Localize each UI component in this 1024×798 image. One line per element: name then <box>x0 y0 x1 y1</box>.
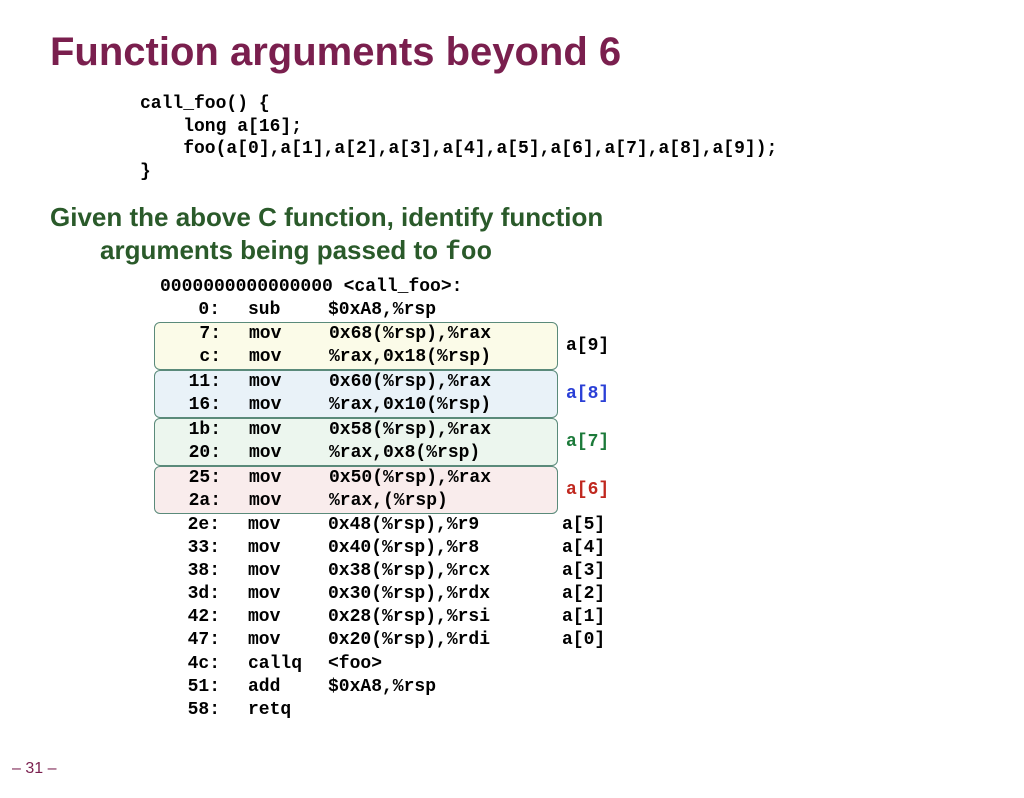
asm-op: mov <box>225 371 329 394</box>
asm-box: 1b:mov0x58(%rsp),%rax20:mov%rax,0x8(%rsp… <box>154 418 558 466</box>
asm-op: callq <box>224 653 328 676</box>
slide: Function arguments beyond 6 call_foo() {… <box>0 0 1024 798</box>
asm-op: add <box>224 676 328 699</box>
asm-args: 0x68(%rsp),%rax <box>329 323 549 346</box>
asm-args: <foo> <box>328 653 548 676</box>
asm-row: 16:mov%rax,0x10(%rsp) <box>161 394 551 417</box>
asm-box: 11:mov0x60(%rsp),%rax16:mov%rax,0x10(%rs… <box>154 370 558 418</box>
asm-box: 25:mov0x50(%rsp),%rax2a:mov%rax,(%rsp) <box>154 466 558 514</box>
asm-annotation: a[4] <box>548 537 632 560</box>
asm-listing: 0000000000000000 <call_foo>: 0:sub$0xA8,… <box>160 276 974 722</box>
asm-row: 42:mov0x28(%rsp),%rsia[1] <box>160 606 974 629</box>
asm-args: $0xA8,%rsp <box>328 299 548 322</box>
asm-box: 7:mov0x68(%rsp),%raxc:mov%rax,0x18(%rsp) <box>154 322 558 370</box>
asm-op: mov <box>225 490 329 513</box>
asm-row: 7:mov0x68(%rsp),%rax <box>161 323 551 346</box>
asm-addr: 33: <box>160 537 224 560</box>
asm-row: c:mov%rax,0x18(%rsp) <box>161 346 551 369</box>
asm-box-group: 25:mov0x50(%rsp),%rax2a:mov%rax,(%rsp)a[… <box>160 466 974 514</box>
asm-op: mov <box>224 583 328 606</box>
asm-addr: 1b: <box>161 419 225 442</box>
asm-op: mov <box>225 323 329 346</box>
asm-row: 47:mov0x20(%rsp),%rdia[0] <box>160 629 974 652</box>
asm-op: mov <box>225 467 329 490</box>
asm-args: %rax,0x10(%rsp) <box>329 394 549 417</box>
asm-row: 58:retq <box>160 699 974 722</box>
asm-addr: 51: <box>160 676 224 699</box>
asm-op: mov <box>225 394 329 417</box>
asm-row: 2a:mov%rax,(%rsp) <box>161 490 551 513</box>
prompt-text: Given the above C function, identify fun… <box>50 201 974 268</box>
asm-header: 0000000000000000 <call_foo>: <box>160 276 974 299</box>
asm-annotation: a[6] <box>552 479 636 502</box>
asm-args: $0xA8,%rsp <box>328 676 548 699</box>
asm-args: 0x40(%rsp),%r8 <box>328 537 548 560</box>
asm-addr: 0: <box>160 299 224 322</box>
asm-op: retq <box>224 699 328 722</box>
asm-box-group: 1b:mov0x58(%rsp),%rax20:mov%rax,0x8(%rsp… <box>160 418 974 466</box>
asm-annotation: a[5] <box>548 514 632 537</box>
asm-row: 1b:mov0x58(%rsp),%rax <box>161 419 551 442</box>
asm-addr: c: <box>161 346 225 369</box>
asm-row: 38:mov0x38(%rsp),%rcxa[3] <box>160 560 974 583</box>
asm-row: 11:mov0x60(%rsp),%rax <box>161 371 551 394</box>
asm-args: 0x38(%rsp),%rcx <box>328 560 548 583</box>
asm-op: mov <box>225 346 329 369</box>
asm-op: mov <box>224 606 328 629</box>
asm-addr: 47: <box>160 629 224 652</box>
asm-addr: 16: <box>161 394 225 417</box>
asm-annotation: a[0] <box>548 629 632 652</box>
prompt-line2: arguments being passed to <box>100 235 445 265</box>
asm-op: sub <box>224 299 328 322</box>
asm-op: mov <box>225 442 329 465</box>
asm-annotation: a[1] <box>548 606 632 629</box>
asm-op: mov <box>224 629 328 652</box>
asm-op: mov <box>224 537 328 560</box>
asm-args: 0x60(%rsp),%rax <box>329 371 549 394</box>
asm-args: 0x48(%rsp),%r9 <box>328 514 548 537</box>
asm-annotation: a[7] <box>552 431 636 454</box>
asm-row: 4c:callq<foo> <box>160 653 974 676</box>
asm-args: 0x28(%rsp),%rsi <box>328 606 548 629</box>
asm-addr: 3d: <box>160 583 224 606</box>
asm-row: 2e:mov0x48(%rsp),%r9a[5] <box>160 514 974 537</box>
asm-row: 25:mov0x50(%rsp),%rax <box>161 467 551 490</box>
asm-annotation: a[3] <box>548 560 632 583</box>
asm-args: 0x20(%rsp),%rdi <box>328 629 548 652</box>
asm-addr: 2e: <box>160 514 224 537</box>
c-code-block: call_foo() { long a[16]; foo(a[0],a[1],a… <box>140 93 974 183</box>
asm-row: 3d:mov0x30(%rsp),%rdxa[2] <box>160 583 974 606</box>
asm-op: mov <box>224 514 328 537</box>
asm-addr: 38: <box>160 560 224 583</box>
asm-addr: 42: <box>160 606 224 629</box>
slide-title: Function arguments beyond 6 <box>50 30 974 75</box>
prompt-line1: Given the above C function, identify fun… <box>50 202 603 232</box>
prompt-func: foo <box>445 237 492 267</box>
asm-row: 0:sub$0xA8,%rsp <box>160 299 974 322</box>
asm-args: %rax,0x18(%rsp) <box>329 346 549 369</box>
asm-addr: 20: <box>161 442 225 465</box>
asm-addr: 11: <box>161 371 225 394</box>
asm-op: mov <box>224 560 328 583</box>
asm-annotation: a[2] <box>548 583 632 606</box>
asm-box-group: 11:mov0x60(%rsp),%rax16:mov%rax,0x10(%rs… <box>160 370 974 418</box>
asm-addr: 4c: <box>160 653 224 676</box>
asm-args: %rax,0x8(%rsp) <box>329 442 549 465</box>
asm-addr: 7: <box>161 323 225 346</box>
asm-row: 20:mov%rax,0x8(%rsp) <box>161 442 551 465</box>
asm-args: 0x30(%rsp),%rdx <box>328 583 548 606</box>
asm-annotation: a[9] <box>552 335 636 358</box>
asm-args: 0x50(%rsp),%rax <box>329 467 549 490</box>
asm-annotation: a[8] <box>552 383 636 406</box>
asm-args: 0x58(%rsp),%rax <box>329 419 549 442</box>
asm-addr: 25: <box>161 467 225 490</box>
asm-box-group: 7:mov0x68(%rsp),%raxc:mov%rax,0x18(%rsp)… <box>160 322 974 370</box>
asm-row: 33:mov0x40(%rsp),%r8a[4] <box>160 537 974 560</box>
asm-args: %rax,(%rsp) <box>329 490 549 513</box>
asm-addr: 2a: <box>161 490 225 513</box>
asm-op: mov <box>225 419 329 442</box>
asm-row: 51:add$0xA8,%rsp <box>160 676 974 699</box>
asm-addr: 58: <box>160 699 224 722</box>
slide-number: – 31 – <box>12 760 56 778</box>
